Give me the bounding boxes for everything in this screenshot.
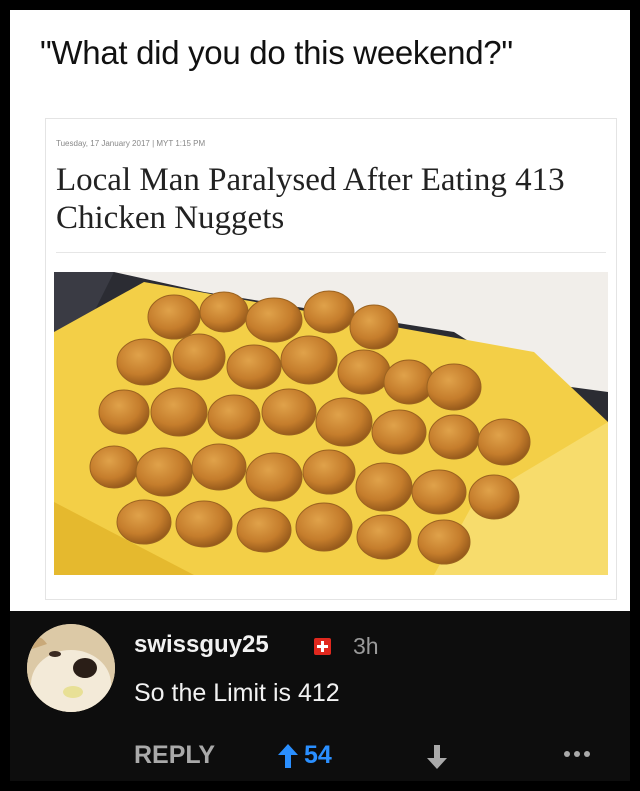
comment-timestamp: 3h: [353, 633, 379, 659]
arrow-down-icon[interactable]: [427, 745, 447, 769]
meme-caption: "What did you do this weekend?": [40, 34, 513, 71]
nuggets-photo-illustration: [54, 272, 608, 575]
article-headline: Local Man Paralysed After Eating 413 Chi…: [56, 162, 565, 236]
comment-body: So the Limit is 412: [134, 679, 340, 707]
article-dateline: Tuesday, 17 January 2017 | MYT 1:15 PM: [56, 139, 206, 148]
reply-button[interactable]: REPLY: [134, 741, 215, 770]
avatar[interactable]: [27, 624, 115, 712]
article-divider: [56, 252, 606, 253]
article-photo: [54, 272, 608, 575]
dog-avatar-icon: [27, 624, 115, 712]
comment-username[interactable]: swissguy25: [134, 631, 269, 659]
comment-panel: swissguy25 3h So the Limit is 412 REPLY …: [10, 611, 630, 781]
meme-panel: "What did you do this weekend?" Tuesday,…: [10, 10, 630, 611]
upvote-button[interactable]: 54: [278, 741, 332, 770]
arrow-up-icon: [278, 743, 298, 768]
screenshot-frame: "What did you do this weekend?" Tuesday,…: [0, 0, 640, 791]
news-article-card: Tuesday, 17 January 2017 | MYT 1:15 PM L…: [45, 118, 617, 600]
more-options-icon[interactable]: [564, 751, 590, 757]
swiss-flag-icon: [314, 638, 331, 655]
upvote-count: 54: [304, 741, 332, 769]
